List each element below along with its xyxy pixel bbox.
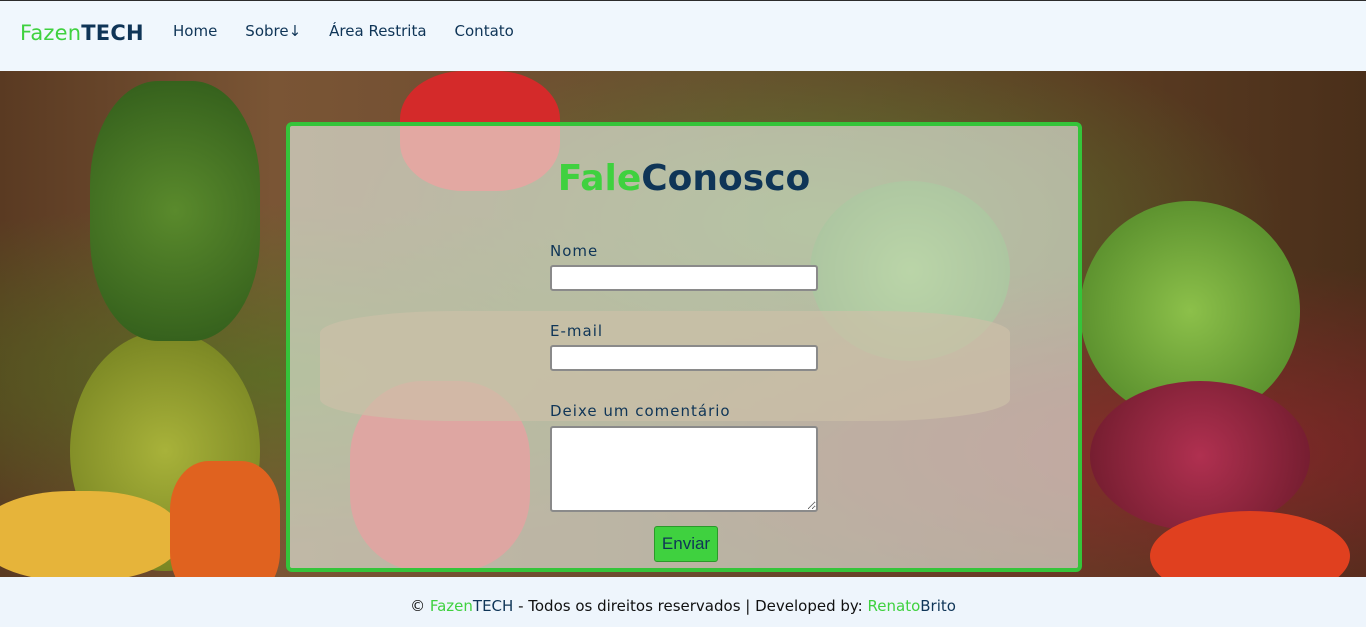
grapes-shape — [1090, 381, 1310, 531]
comment-textarea[interactable] — [550, 426, 818, 512]
name-field[interactable] — [550, 265, 818, 291]
navbar: FazenTECH Home Sobre↓ Área Restrita Cont… — [0, 0, 1366, 71]
brand-logo[interactable]: FazenTECH — [20, 21, 144, 45]
copyright-symbol: © — [410, 597, 430, 615]
comment-label: Deixe um comentário — [550, 402, 731, 420]
email-field[interactable] — [550, 345, 818, 371]
carrot-shape — [170, 461, 280, 577]
footer-dev-part2: Brito — [920, 597, 956, 615]
contact-form: FaleConosco Nome E-mail Deixe um comentá… — [286, 122, 1082, 572]
footer-brand-part2: TECH — [472, 597, 514, 615]
form-title-part1: Fale — [557, 158, 642, 199]
form-title: FaleConosco — [290, 158, 1078, 199]
submit-button[interactable]: Enviar — [654, 526, 718, 562]
pineapple-leaves-shape — [90, 81, 260, 341]
footer-dev-part1: Renato — [867, 597, 921, 615]
footer: © FazenTECH - Todos os direitos reservad… — [0, 577, 1366, 627]
name-label: Nome — [550, 242, 599, 260]
email-label: E-mail — [550, 322, 604, 340]
nav-home-link[interactable]: Home — [173, 22, 217, 40]
nav-sobre-link[interactable]: Sobre↓ — [245, 22, 301, 40]
nav-area-restrita-link[interactable]: Área Restrita — [329, 22, 426, 40]
footer-rights-text: - Todos os direitos reservados | Develop… — [513, 597, 868, 615]
banana-shape — [0, 491, 180, 577]
footer-brand-part1: Fazen — [429, 597, 473, 615]
brand-part1: Fazen — [20, 21, 82, 45]
brand-part2: TECH — [81, 21, 144, 45]
nav-contato-link[interactable]: Contato — [455, 22, 514, 40]
form-title-part2: Conosco — [641, 158, 811, 199]
main-nav: Home Sobre↓ Área Restrita Contato — [173, 22, 542, 40]
